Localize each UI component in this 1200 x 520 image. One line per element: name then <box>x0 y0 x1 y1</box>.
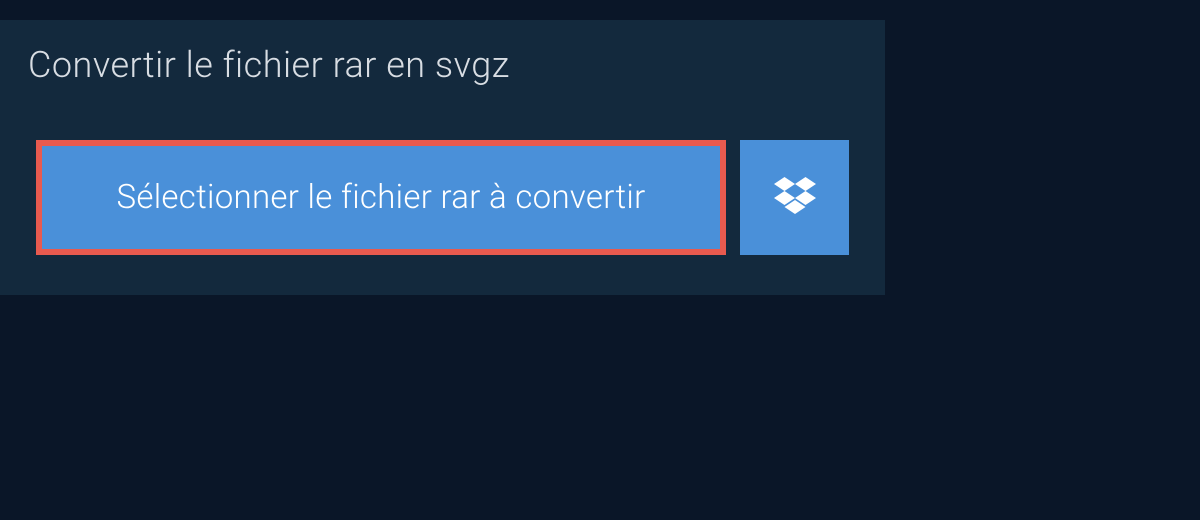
title-bar: Convertir le fichier rar en svgz <box>0 20 538 110</box>
dropbox-button[interactable] <box>740 140 849 255</box>
page-title: Convertir le fichier rar en svgz <box>28 44 510 86</box>
dropbox-icon <box>774 177 816 219</box>
converter-panel: Convertir le fichier rar en svgz Sélecti… <box>0 20 885 295</box>
select-file-label: Sélectionner le fichier rar à convertir <box>116 178 645 217</box>
select-file-button[interactable]: Sélectionner le fichier rar à convertir <box>36 140 726 255</box>
button-area: Sélectionner le fichier rar à convertir <box>0 110 885 295</box>
